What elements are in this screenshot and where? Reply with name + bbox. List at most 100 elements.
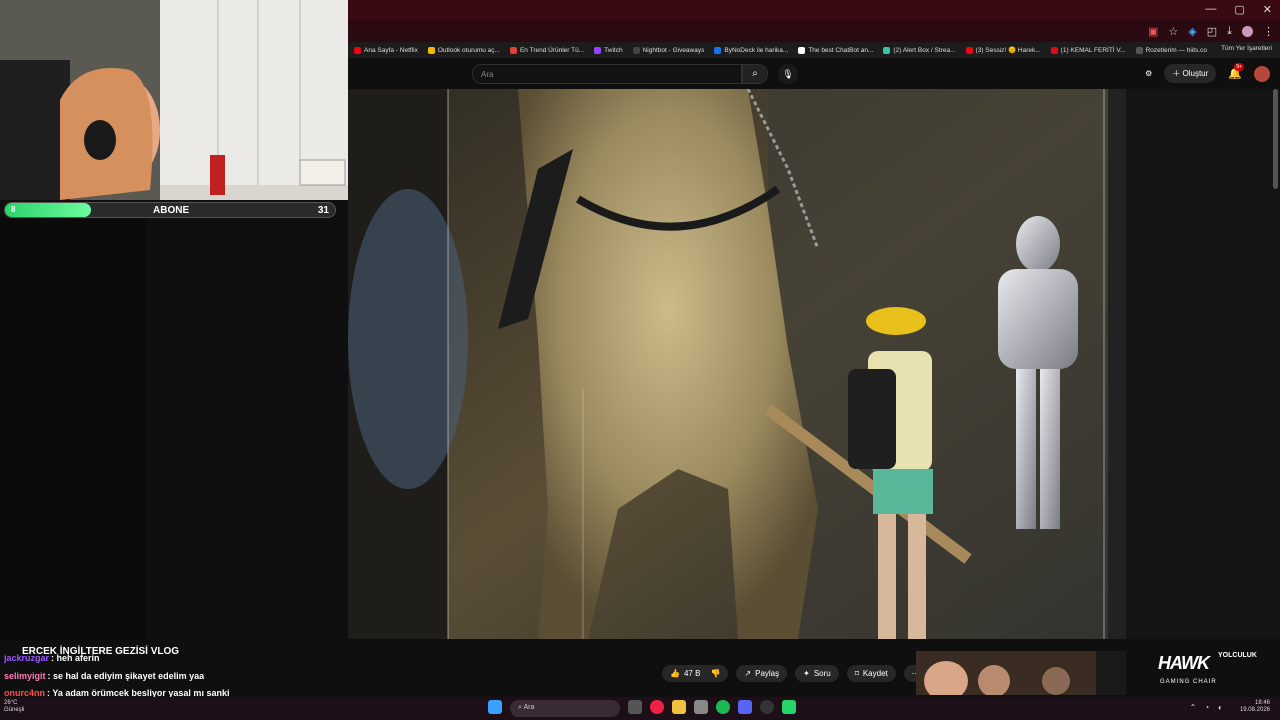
video-player[interactable] (348, 89, 1126, 639)
translate-icon[interactable]: ▣ (1148, 25, 1158, 38)
mic-button[interactable]: 🎙 (778, 64, 798, 84)
store-icon[interactable] (694, 700, 708, 714)
obs-icon[interactable] (760, 700, 774, 714)
clock[interactable]: 18:46 19.08.2026 (1240, 700, 1270, 714)
taskbar-search[interactable]: ⌕ Ara (510, 700, 620, 717)
chat-username: jackruzgar (4, 653, 50, 663)
sparkle-icon: ✦ (803, 669, 810, 678)
notification-badge: 9+ (1234, 63, 1244, 71)
wifi-icon[interactable]: ◔ (1204, 703, 1209, 712)
bookmark-item[interactable]: (2) Alert Box / Strea... (883, 46, 956, 54)
subscriber-goal-current: 8 (11, 205, 16, 214)
taskbar-apps (488, 700, 502, 714)
star-icon[interactable]: ☆ (1168, 25, 1178, 38)
bookmark-favicon-icon (594, 46, 602, 54)
browser-toolbar (348, 20, 1280, 42)
bookmark-item[interactable]: ByNoDeck ile harika... (714, 46, 789, 54)
dislike-icon[interactable]: 👎 (710, 669, 720, 678)
close-icon[interactable]: ✕ (1263, 3, 1272, 16)
browser-toolbar-actions: ▣ ☆ ◈ ◰ ⤓ ⋮ (1148, 22, 1274, 40)
sponsor-tagline: YOLCULUK (1218, 652, 1257, 659)
stream-left-panel (0, 218, 146, 640)
subscriber-goal-target: 31 (317, 205, 329, 216)
bookmark-favicon-icon (509, 46, 517, 54)
youtube-header-right: ⚙ ＋ Oluştur 🔔 9+ (1145, 63, 1270, 83)
save-button[interactable]: ⌑ Kaydet (846, 665, 896, 682)
bookmark-item[interactable]: (3) Sessiz! 🌞 Harek... (965, 46, 1041, 54)
create-button[interactable]: ＋ Oluştur (1164, 64, 1217, 83)
window-controls: — ▢ ✕ (1205, 3, 1272, 16)
bookmark-favicon-icon (798, 46, 806, 54)
notifications-button[interactable]: 🔔 9+ (1228, 63, 1244, 80)
chat-text: se hal da ediyim şikayet edelim yaa (53, 671, 205, 681)
video-frame (348, 89, 1126, 639)
bookmark-item[interactable]: Ana Sayfa - Netflix (354, 46, 418, 54)
ask-button[interactable]: ✦ Soru (795, 665, 839, 682)
subscriber-goal-bar: 8 ABONE 31 (4, 202, 336, 218)
bookmark-item[interactable]: The best ChatBot an... (798, 46, 874, 54)
bookmark-favicon-icon (883, 46, 891, 54)
bookmark-label: Ana Sayfa - Netflix (364, 46, 418, 54)
bookmark-item[interactable]: Rozetlerim — hiits.co (1135, 46, 1207, 54)
download-icon[interactable]: ⤓ (1227, 25, 1232, 38)
cast-icon[interactable]: ⚙ (1145, 69, 1152, 78)
chat-message: jackruzgar: heh aferin (4, 653, 100, 663)
avatar[interactable] (1254, 65, 1270, 82)
share-icon: ↗ (744, 669, 752, 678)
subscriber-goal-fill (5, 203, 91, 217)
bookmark-favicon-icon (965, 46, 973, 54)
bookmarks-bar: Ana Sayfa - Netflix Outlook oturumu aç...… (348, 42, 1280, 58)
like-count: 47 B (683, 669, 701, 678)
bookmark-item[interactable]: Twitch (594, 46, 623, 54)
weather-temp: 26°C (4, 700, 18, 706)
maximize-icon[interactable]: ▢ (1234, 3, 1244, 16)
task-view-icon[interactable] (628, 700, 642, 714)
weather-desc: Güneşli (4, 707, 25, 713)
whatsapp-icon[interactable] (782, 700, 796, 714)
volume-icon[interactable]: ◖ (1217, 703, 1222, 712)
profile-icon[interactable] (1242, 25, 1253, 37)
bookmark-label: Nightbot - Giveaways (642, 46, 705, 54)
discord-icon[interactable] (738, 700, 752, 714)
like-button[interactable]: 👍 47 B 👎 (662, 665, 729, 682)
bookmark-label: ByNoDeck ile harika... (724, 46, 789, 54)
bookmark-label: Outlook oturumu aç... (437, 46, 500, 54)
bookmark-item[interactable]: (1) KEMAL FERİTİ V... (1050, 46, 1126, 54)
ask-label: Soru (813, 669, 831, 678)
all-bookmarks-button[interactable]: Tüm Yer İşaretleri (1221, 45, 1272, 52)
bookmark-favicon-icon (632, 46, 640, 54)
bookmark-label: The best ChatBot an... (808, 46, 874, 54)
weather-widget[interactable]: 26°C Güneşli (4, 700, 24, 714)
bookmark-favicon-icon (427, 46, 435, 54)
bookmark-favicon-icon (714, 46, 722, 54)
search-input[interactable]: Ara (472, 64, 742, 84)
bookmark-item[interactable]: En Trend Ürünler Tü... (509, 46, 585, 54)
share-button[interactable]: ↗ Paylaş (736, 665, 788, 682)
bookmark-label: En Trend Ürünler Tü... (519, 46, 585, 54)
spotify-icon[interactable] (716, 700, 730, 714)
bookmark-item[interactable]: Outlook oturumu aç... (427, 46, 500, 54)
bookmark-label: (1) KEMAL FERİTİ V... (1060, 46, 1126, 54)
bookmark-favicon-icon (1050, 46, 1058, 54)
page-scrollbar[interactable] (1273, 89, 1278, 189)
search-button[interactable]: ⌕ (742, 64, 768, 84)
recommendations-panel (1126, 89, 1280, 639)
chat-message: selimyigit: se hal da ediyim şikayet ede… (4, 671, 205, 681)
chat-text: heh aferin (56, 653, 100, 663)
minimize-icon[interactable]: — (1205, 3, 1216, 16)
thumbs-up-icon: 👍 (670, 669, 680, 678)
chevron-up-icon[interactable]: ⌃ (1190, 703, 1197, 712)
extension-icon[interactable]: ◈ (1188, 25, 1196, 38)
chrome-icon[interactable] (650, 700, 664, 714)
puzzle-icon[interactable]: ◰ (1207, 25, 1217, 38)
clock-time: 18:46 (1254, 700, 1270, 706)
sponsor-subtitle: GAMING CHAIR (1160, 679, 1217, 685)
bookmark-item[interactable]: Nightbot - Giveaways (632, 46, 705, 54)
explorer-icon[interactable] (672, 700, 686, 714)
bookmark-favicon-icon (354, 46, 361, 54)
menu-icon[interactable]: ⋮ (1263, 25, 1274, 38)
clock-date: 19.08.2026 (1239, 707, 1270, 713)
start-icon[interactable] (488, 700, 502, 714)
bookmark-icon: ⌑ (854, 669, 859, 678)
stream-backdrop (0, 218, 146, 640)
